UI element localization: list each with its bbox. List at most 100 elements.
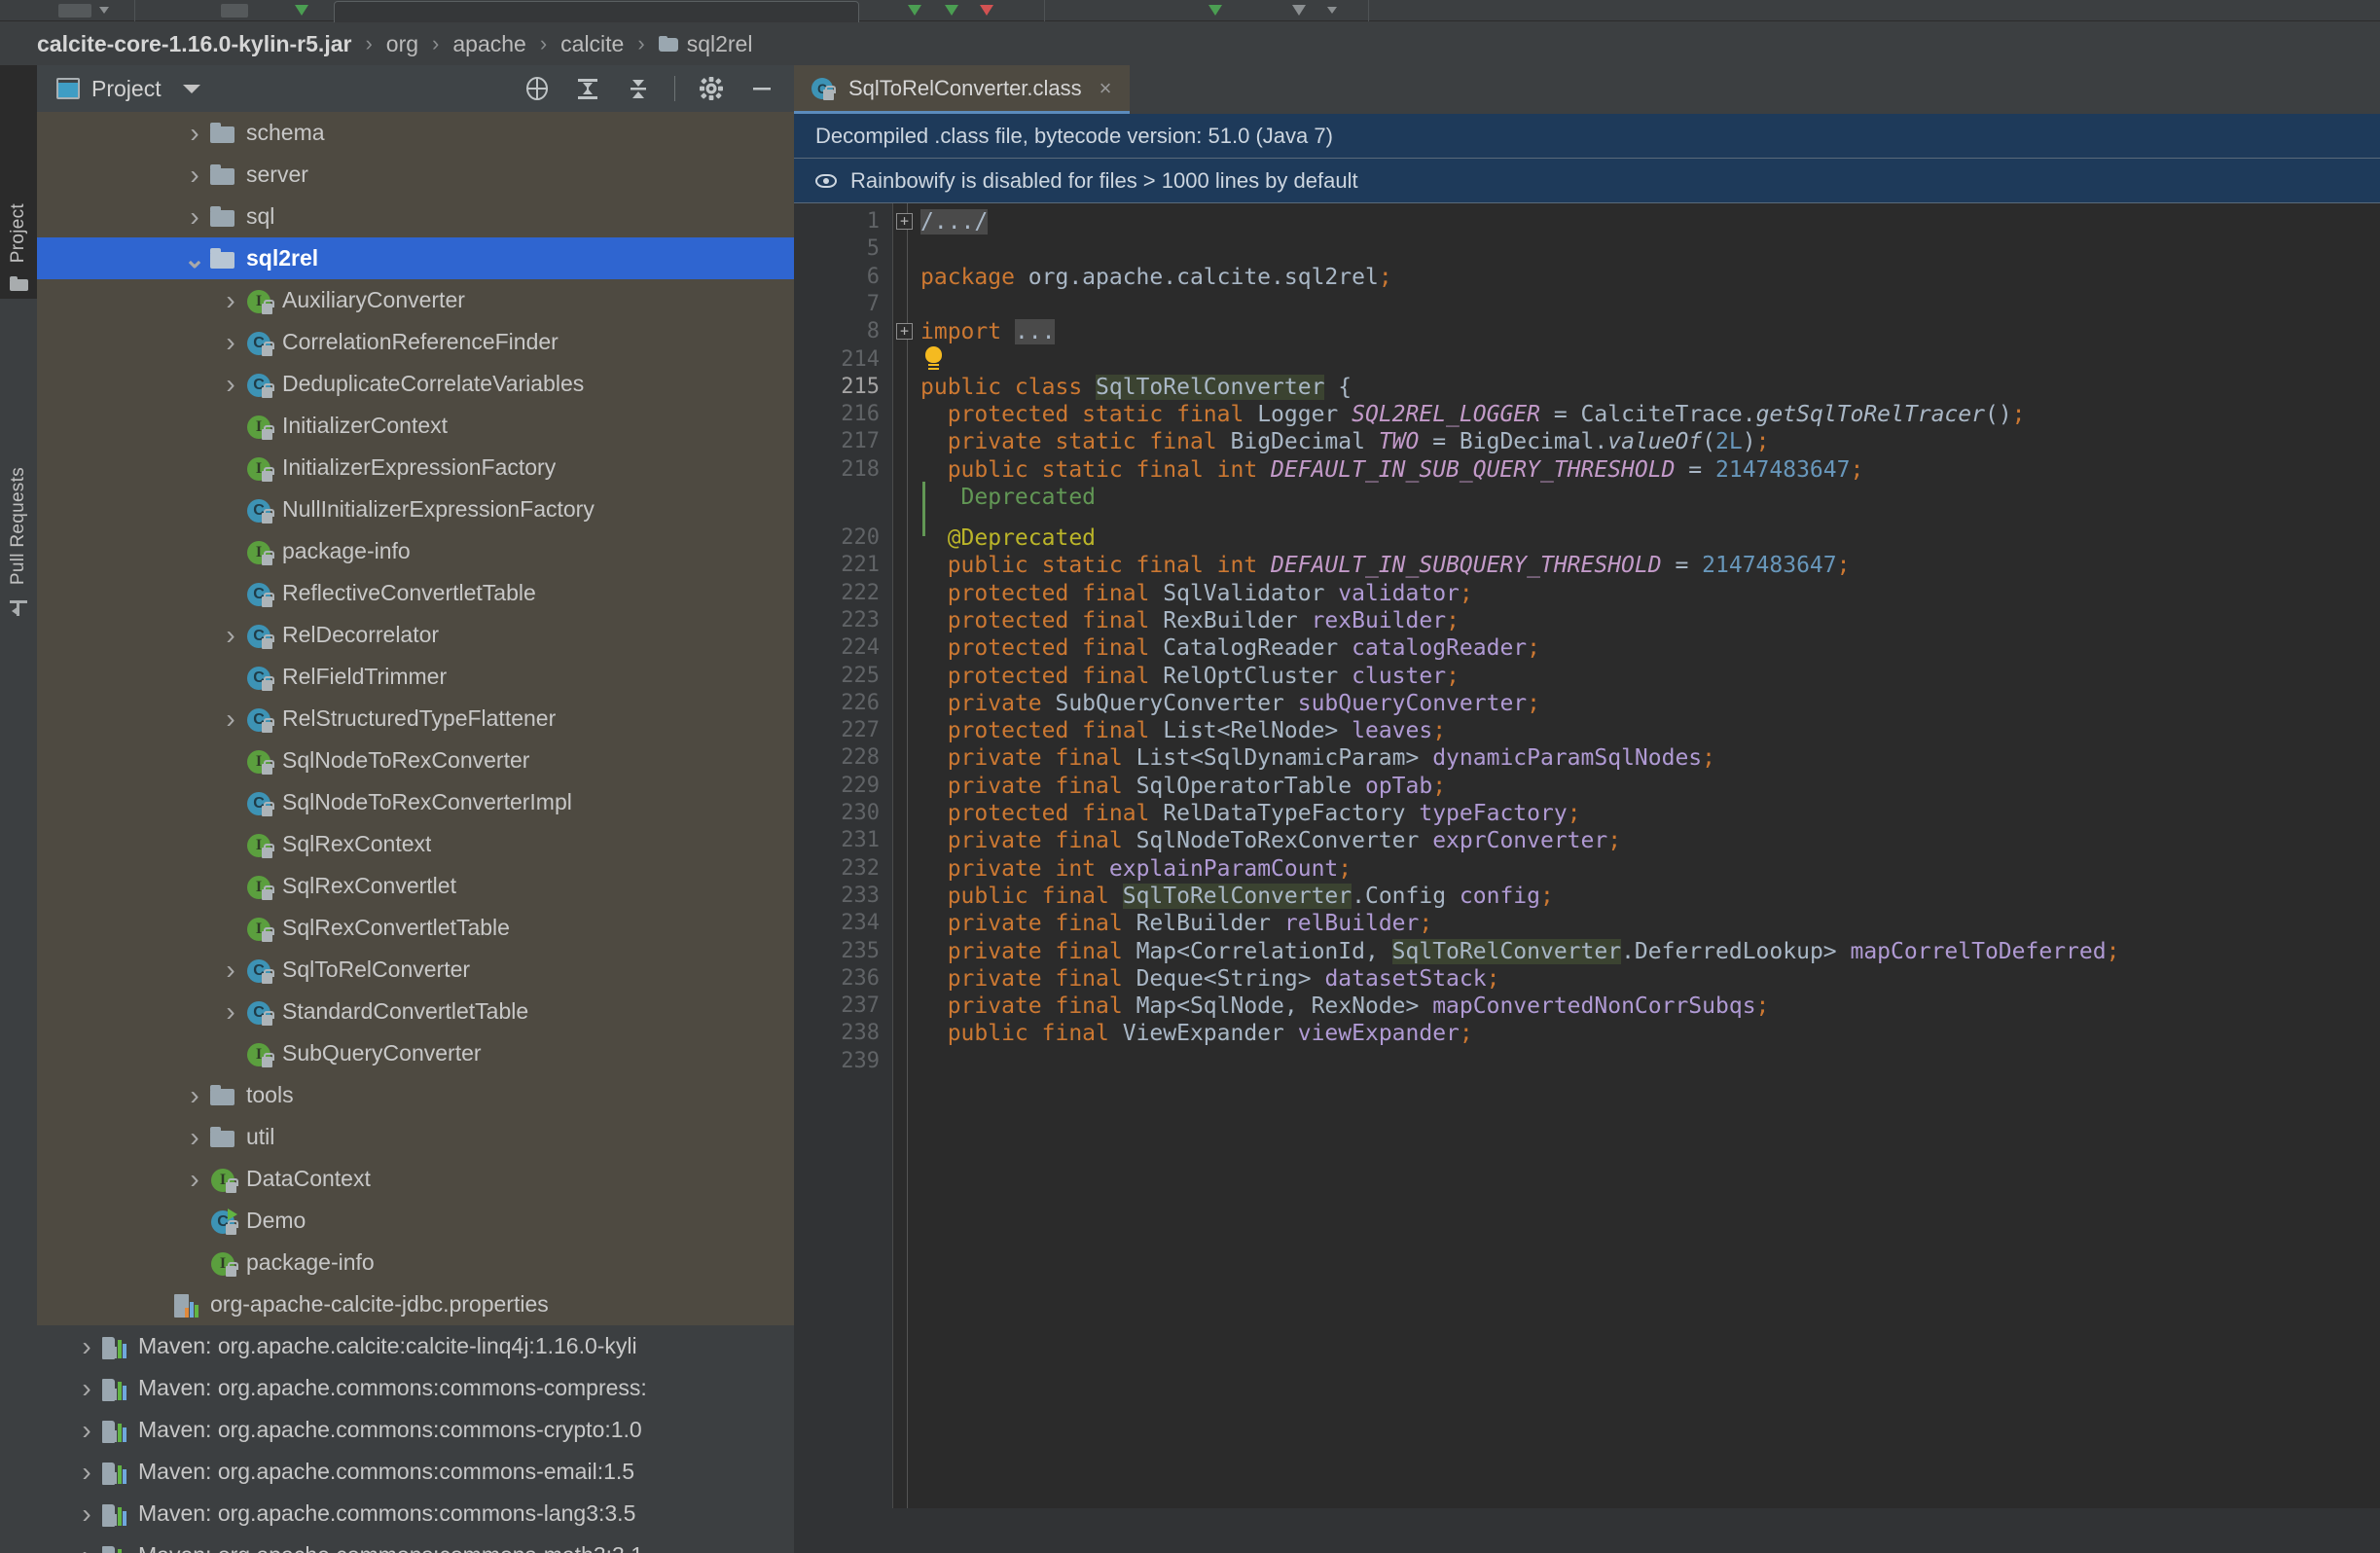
debug-icon[interactable] bbox=[945, 5, 958, 16]
chevron-right-icon[interactable]: › bbox=[73, 1499, 100, 1530]
tree-item[interactable]: ›Maven: org.apache.commons:commons-email… bbox=[37, 1451, 794, 1493]
tree-item[interactable]: ›CRelDecorrelator bbox=[37, 614, 794, 656]
main-toolbar[interactable] bbox=[0, 0, 2380, 21]
toolbar-ghost-item[interactable] bbox=[58, 4, 91, 18]
code-line[interactable]: 7 bbox=[794, 291, 2380, 318]
tree-item[interactable]: ›schema bbox=[37, 112, 794, 154]
code-line[interactable]: 236 private final Deque<String> datasetS… bbox=[794, 965, 2380, 993]
code-line[interactable]: 1+/.../ bbox=[794, 208, 2380, 235]
code-line[interactable]: 232 private int explainParamCount; bbox=[794, 855, 2380, 883]
breadcrumb-item-jar[interactable]: calcite-core-1.16.0-kylin-r5.jar bbox=[37, 31, 351, 57]
tree-item[interactable]: ›sql bbox=[37, 196, 794, 237]
chevron-right-icon[interactable]: › bbox=[181, 1080, 208, 1111]
code-line[interactable]: 231 private final SqlNodeToRexConverter … bbox=[794, 827, 2380, 854]
tree-item[interactable]: ›Maven: org.apache.commons:commons-math3… bbox=[37, 1535, 794, 1553]
tree-item[interactable]: ›IInitializerExpressionFactory bbox=[37, 447, 794, 488]
vcs-commit-icon[interactable] bbox=[1292, 5, 1306, 16]
tree-item[interactable]: ›CRelFieldTrimmer bbox=[37, 656, 794, 698]
code-line[interactable]: 6package org.apache.calcite.sql2rel; bbox=[794, 264, 2380, 291]
close-icon[interactable]: × bbox=[1100, 76, 1112, 101]
tree-item[interactable]: ›Maven: org.apache.calcite:calcite-linq4… bbox=[37, 1325, 794, 1367]
tab-sqltorelconverter-class[interactable]: C SqlToRelConverter.class × bbox=[794, 65, 1130, 114]
tree-item[interactable]: ›ISqlNodeToRexConverter bbox=[37, 740, 794, 781]
toolbar-ghost-item[interactable] bbox=[221, 4, 248, 18]
breadcrumb-item-org[interactable]: org bbox=[386, 31, 418, 57]
chevron-right-icon[interactable]: › bbox=[217, 704, 244, 735]
code-line[interactable]: 230 protected final RelDataTypeFactory t… bbox=[794, 800, 2380, 827]
chevron-right-icon[interactable]: › bbox=[181, 160, 208, 191]
code-line[interactable]: 223 protected final RexBuilder rexBuilde… bbox=[794, 607, 2380, 634]
tree-item[interactable]: ›CStandardConvertletTable bbox=[37, 991, 794, 1032]
tree-item[interactable]: ›util bbox=[37, 1116, 794, 1158]
tree-item[interactable]: ›ISubQueryConverter bbox=[37, 1032, 794, 1074]
collapse-all-icon[interactable] bbox=[624, 74, 653, 103]
chevron-right-icon[interactable]: › bbox=[181, 118, 208, 149]
editor-scrollbar[interactable] bbox=[2366, 342, 2380, 1553]
code-line[interactable]: 216 protected static final Logger SQL2RE… bbox=[794, 401, 2380, 428]
toolbar-dropdown-icon[interactable] bbox=[99, 7, 109, 14]
chevron-right-icon[interactable]: › bbox=[73, 1373, 100, 1404]
code-line[interactable]: 222 protected final SqlValidator validat… bbox=[794, 580, 2380, 607]
code-line[interactable]: 224 protected final CatalogReader catalo… bbox=[794, 634, 2380, 662]
tree-item[interactable]: ›server bbox=[37, 154, 794, 196]
chevron-right-icon[interactable]: › bbox=[217, 620, 244, 651]
run-icon[interactable] bbox=[908, 5, 921, 16]
chevron-down-icon[interactable] bbox=[183, 85, 200, 93]
sidebar-item-pull-requests[interactable]: Pull Requests bbox=[0, 308, 37, 630]
code-line[interactable]: 225 protected final RelOptCluster cluste… bbox=[794, 663, 2380, 690]
code-line[interactable]: 228 private final List<SqlDynamicParam> … bbox=[794, 744, 2380, 772]
tree-item[interactable]: ›tools bbox=[37, 1074, 794, 1116]
code-line[interactable]: 220 @Deprecated bbox=[794, 524, 2380, 552]
chevron-right-icon[interactable]: › bbox=[181, 1164, 208, 1195]
project-tree[interactable]: ›schema›server›sql⌄sql2rel›IAuxiliaryCon… bbox=[37, 112, 794, 1553]
tree-item[interactable]: ›IInitializerContext bbox=[37, 405, 794, 447]
code-line[interactable]: 221 public static final int DEFAULT_IN_S… bbox=[794, 552, 2380, 579]
tree-item[interactable]: ›CReflectiveConvertletTable bbox=[37, 572, 794, 614]
tree-item[interactable]: ›Ipackage-info bbox=[37, 1242, 794, 1283]
tree-item[interactable]: ›IDataContext bbox=[37, 1158, 794, 1200]
chevron-right-icon[interactable]: › bbox=[73, 1415, 100, 1446]
tree-item[interactable]: ›CCorrelationReferenceFinder bbox=[37, 321, 794, 363]
gear-icon[interactable] bbox=[697, 74, 726, 103]
code-line[interactable]: 234 private final RelBuilder relBuilder; bbox=[794, 910, 2380, 937]
tree-item[interactable]: ›CNullInitializerExpressionFactory bbox=[37, 488, 794, 530]
code-line[interactable]: 238 public final ViewExpander viewExpand… bbox=[794, 1020, 2380, 1047]
tree-item[interactable]: ›Maven: org.apache.commons:commons-compr… bbox=[37, 1367, 794, 1409]
stop-icon[interactable] bbox=[980, 5, 993, 16]
locate-icon[interactable] bbox=[523, 74, 552, 103]
chevron-right-icon[interactable]: › bbox=[217, 285, 244, 316]
tree-item[interactable]: ›CSqlToRelConverter bbox=[37, 949, 794, 991]
code-line[interactable]: 215public class SqlToRelConverter { bbox=[794, 374, 2380, 401]
breadcrumb-item-apache[interactable]: apache bbox=[452, 31, 525, 57]
code-line[interactable]: 233 public final SqlToRelConverter.Confi… bbox=[794, 883, 2380, 910]
code-line[interactable]: Deprecated bbox=[794, 484, 2380, 511]
chevron-right-icon[interactable]: › bbox=[73, 1331, 100, 1362]
code-line[interactable]: 5 bbox=[794, 235, 2380, 263]
vcs-update-icon[interactable] bbox=[1208, 5, 1222, 16]
chevron-right-icon[interactable]: › bbox=[217, 369, 244, 400]
code-line[interactable]: 227 protected final List<RelNode> leaves… bbox=[794, 717, 2380, 744]
sidebar-item-project[interactable]: Project bbox=[0, 65, 37, 299]
tree-item[interactable]: ›ISqlRexContext bbox=[37, 823, 794, 865]
tree-item[interactable]: ›Maven: org.apache.commons:commons-lang3… bbox=[37, 1493, 794, 1535]
code-line[interactable]: 217 private static final BigDecimal TWO … bbox=[794, 428, 2380, 455]
chevron-right-icon[interactable]: › bbox=[217, 996, 244, 1028]
tree-item[interactable]: ›ISqlRexConvertlet bbox=[37, 865, 794, 907]
chevron-down-icon[interactable]: ⌄ bbox=[181, 254, 208, 264]
code-line[interactable]: 214 bbox=[794, 346, 2380, 374]
tree-item[interactable]: ›Maven: org.apache.commons:commons-crypt… bbox=[37, 1409, 794, 1451]
code-line[interactable]: 239 bbox=[794, 1048, 2380, 1075]
code-line[interactable]: 229 private final SqlOperatorTable opTab… bbox=[794, 773, 2380, 800]
breadcrumb-item-calcite[interactable]: calcite bbox=[560, 31, 624, 57]
chevron-right-icon[interactable]: › bbox=[217, 955, 244, 986]
chevron-right-icon[interactable]: › bbox=[217, 327, 244, 358]
code-line[interactable]: 8+import ... bbox=[794, 318, 2380, 345]
intention-bulb-icon[interactable] bbox=[922, 346, 944, 374]
code-line[interactable]: 235 private final Map<CorrelationId, Sql… bbox=[794, 938, 2380, 965]
expand-all-icon[interactable] bbox=[573, 74, 602, 103]
tree-item[interactable]: ›CDeduplicateCorrelateVariables bbox=[37, 363, 794, 405]
fold-expand-icon[interactable]: + bbox=[896, 323, 913, 340]
chevron-down-icon[interactable] bbox=[1327, 7, 1337, 14]
tree-item[interactable]: ›org-apache-calcite-jdbc.properties bbox=[37, 1283, 794, 1325]
tree-item[interactable]: ⌄sql2rel bbox=[37, 237, 794, 279]
